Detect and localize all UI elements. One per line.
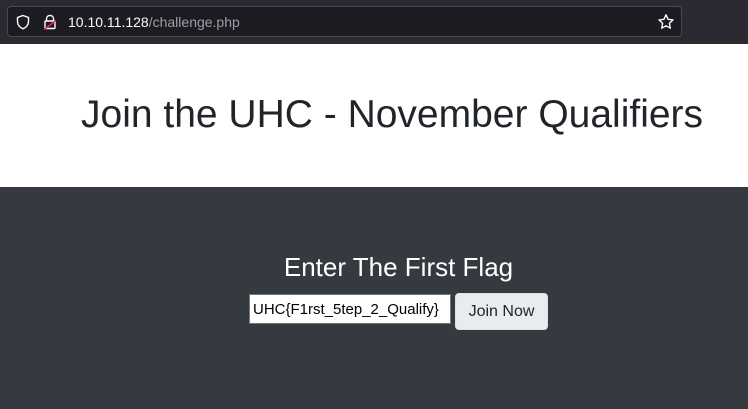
address-bar[interactable]: 10.10.11.128/challenge.php xyxy=(7,6,682,37)
url-path: /challenge.php xyxy=(148,14,240,30)
page-title: Join the UHC - November Qualifiers xyxy=(81,93,704,136)
lock-warning-icon[interactable] xyxy=(43,14,57,30)
url-text[interactable]: 10.10.11.128/challenge.php xyxy=(68,13,240,31)
flag-input[interactable] xyxy=(249,294,451,324)
page-header: Join the UHC - November Qualifiers xyxy=(0,44,748,187)
join-now-button[interactable]: Join Now xyxy=(455,293,548,330)
shield-icon[interactable] xyxy=(15,14,31,30)
browser-toolbar: 10.10.11.128/challenge.php xyxy=(0,0,748,44)
form-heading: Enter The First Flag xyxy=(283,252,514,282)
url-host: 10.10.11.128 xyxy=(68,14,149,30)
flag-form-section: Enter The First Flag Join Now xyxy=(0,187,748,409)
star-icon[interactable] xyxy=(657,13,675,31)
